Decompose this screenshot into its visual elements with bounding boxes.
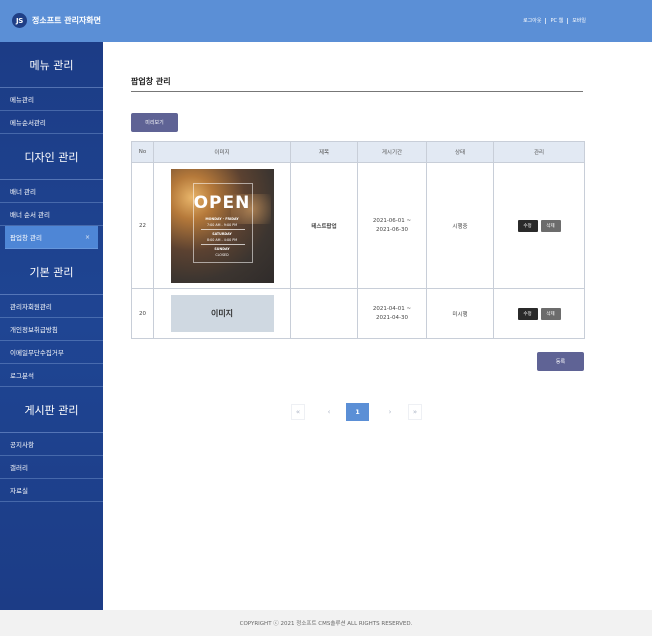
image-rule [200, 243, 245, 245]
period-start: 2021-04-01 ~ [372, 305, 412, 312]
page-title: 팝업창 관리 [131, 77, 171, 86]
sidebar-item-gallery[interactable]: 갤러리 [0, 456, 103, 479]
next-page-icon[interactable]: › [383, 404, 397, 420]
image-rule [200, 228, 245, 230]
row-no: 22 [131, 162, 154, 289]
col-header-image: 이미지 [153, 141, 291, 163]
table-header-row: No 이미지 제목 게시기간 상태 관리 [131, 141, 585, 163]
sidebar: 메뉴 관리 메뉴관리 메뉴순서관리 디자인 관리 배너 관리 배너 순서 관리 … [0, 42, 103, 610]
image-line: 8:00 AM - 4:00 PM [206, 237, 238, 242]
image-line: CLOSED [215, 252, 229, 257]
sidebar-item-email-refusal[interactable]: 이메일무단수집거부 [0, 341, 103, 364]
edit-button[interactable]: 수정 [517, 307, 538, 320]
mobile-link[interactable]: 모바일 [572, 17, 586, 24]
logout-link[interactable]: 로그아웃 [523, 17, 541, 24]
delete-button[interactable]: 삭제 [540, 307, 561, 320]
footer: COPYRIGHT ⓒ 2021 정소프트 CMS솔루션 ALL RIGHTS … [0, 610, 652, 636]
sidebar-section-menu: 메뉴 관리 [0, 42, 103, 88]
main-content: 팝업창 관리 미리보기 No 이미지 제목 게시기간 상태 관리 22 OPEN… [103, 42, 652, 610]
pc-web-link[interactable]: PC 웹 [550, 17, 563, 24]
close-icon[interactable]: × [85, 234, 90, 241]
row-no: 20 [131, 288, 154, 339]
image-line: SUNDAY [214, 246, 230, 251]
image-open-word: OPEN [193, 192, 251, 213]
sidebar-item-popup-label: 팝업창 관리 [10, 234, 42, 242]
page-1-button[interactable]: 1 [346, 403, 369, 421]
row-period: 2021-04-01 ~ 2021-04-30 [357, 288, 427, 339]
col-header-title: 제목 [290, 141, 358, 163]
sidebar-item-log[interactable]: 로그분석 [0, 364, 103, 387]
row-title[interactable]: 테스트팝업 [290, 162, 358, 289]
sidebar-item-notice[interactable]: 공지사항 [0, 433, 103, 456]
logo-text: 정소프트 관리자화면 [32, 16, 102, 25]
col-header-status: 상태 [426, 141, 494, 163]
col-header-manage: 관리 [493, 141, 585, 163]
sidebar-item-menu-order[interactable]: 메뉴순서관리 [0, 111, 103, 134]
col-header-no: No [131, 141, 154, 163]
first-page-icon[interactable]: « [291, 404, 305, 420]
register-button[interactable]: 등록 [537, 352, 584, 371]
sidebar-section-basic: 기본 관리 [0, 249, 103, 295]
col-header-period: 게시기간 [357, 141, 427, 163]
sidebar-item-archive[interactable]: 자료실 [0, 479, 103, 502]
image-line: SATURDAY [212, 231, 232, 236]
sidebar-item-banner[interactable]: 배너 관리 [0, 180, 103, 203]
row-status: 시행중 [426, 162, 494, 289]
image-line: 7:00 AM - 9:00 PM [206, 222, 238, 227]
top-header: JS 정소프트 관리자화면 로그아웃 PC 웹 모바일 [0, 0, 652, 42]
top-nav: 로그아웃 PC 웹 모바일 [523, 17, 586, 24]
popup-table: No 이미지 제목 게시기간 상태 관리 22 OPEN MONDAY - FR… [131, 141, 585, 339]
logo[interactable]: JS 정소프트 관리자화면 [12, 13, 101, 28]
sidebar-item-menu-manage[interactable]: 메뉴관리 [0, 88, 103, 111]
sidebar-item-admin-members[interactable]: 관리자회원관리 [0, 295, 103, 318]
row-image-cell: 이미지 [153, 288, 291, 339]
table-row: 20 이미지 2021-04-01 ~ 2021-04-30 미시행 수정 삭제 [131, 288, 585, 339]
last-page-icon[interactable]: » [408, 404, 422, 420]
period-end: 2021-06-30 [376, 226, 408, 233]
preview-button[interactable]: 미리보기 [131, 113, 178, 132]
nav-divider [545, 17, 547, 24]
row-title[interactable] [290, 288, 358, 339]
copyright-text: COPYRIGHT ⓒ 2021 정소프트 CMS솔루션 ALL RIGHTS … [239, 621, 413, 627]
sidebar-item-privacy[interactable]: 개인정보취급방침 [0, 318, 103, 341]
image-line: MONDAY - FRIDAY [205, 216, 239, 221]
row-actions: 수정 삭제 [493, 162, 585, 289]
pagination: « ‹ 1 › » [103, 403, 652, 422]
edit-button[interactable]: 수정 [517, 219, 538, 232]
nav-divider [567, 17, 569, 24]
sidebar-section-design: 디자인 관리 [0, 134, 103, 180]
prev-page-icon[interactable]: ‹ [322, 404, 336, 420]
image-placeholder: 이미지 [170, 295, 274, 332]
delete-button[interactable]: 삭제 [540, 219, 561, 232]
table-row: 22 OPEN MONDAY - FRIDAY 7:00 AM - 9:00 P… [131, 162, 585, 289]
title-divider [131, 91, 583, 92]
row-period: 2021-06-01 ~ 2021-06-30 [357, 162, 427, 289]
row-status: 미시행 [426, 288, 494, 339]
sidebar-item-popup[interactable]: 팝업창 관리 × [5, 226, 98, 249]
popup-image: OPEN MONDAY - FRIDAY 7:00 AM - 9:00 PM S… [170, 168, 274, 283]
sidebar-section-board: 게시판 관리 [0, 387, 103, 433]
sidebar-item-banner-order[interactable]: 배너 순서 관리 [0, 203, 103, 226]
period-end: 2021-04-30 [376, 314, 408, 321]
row-actions: 수정 삭제 [493, 288, 585, 339]
period-start: 2021-06-01 ~ [372, 217, 412, 224]
logo-badge: JS [12, 13, 27, 28]
row-image-cell: OPEN MONDAY - FRIDAY 7:00 AM - 9:00 PM S… [153, 162, 291, 289]
